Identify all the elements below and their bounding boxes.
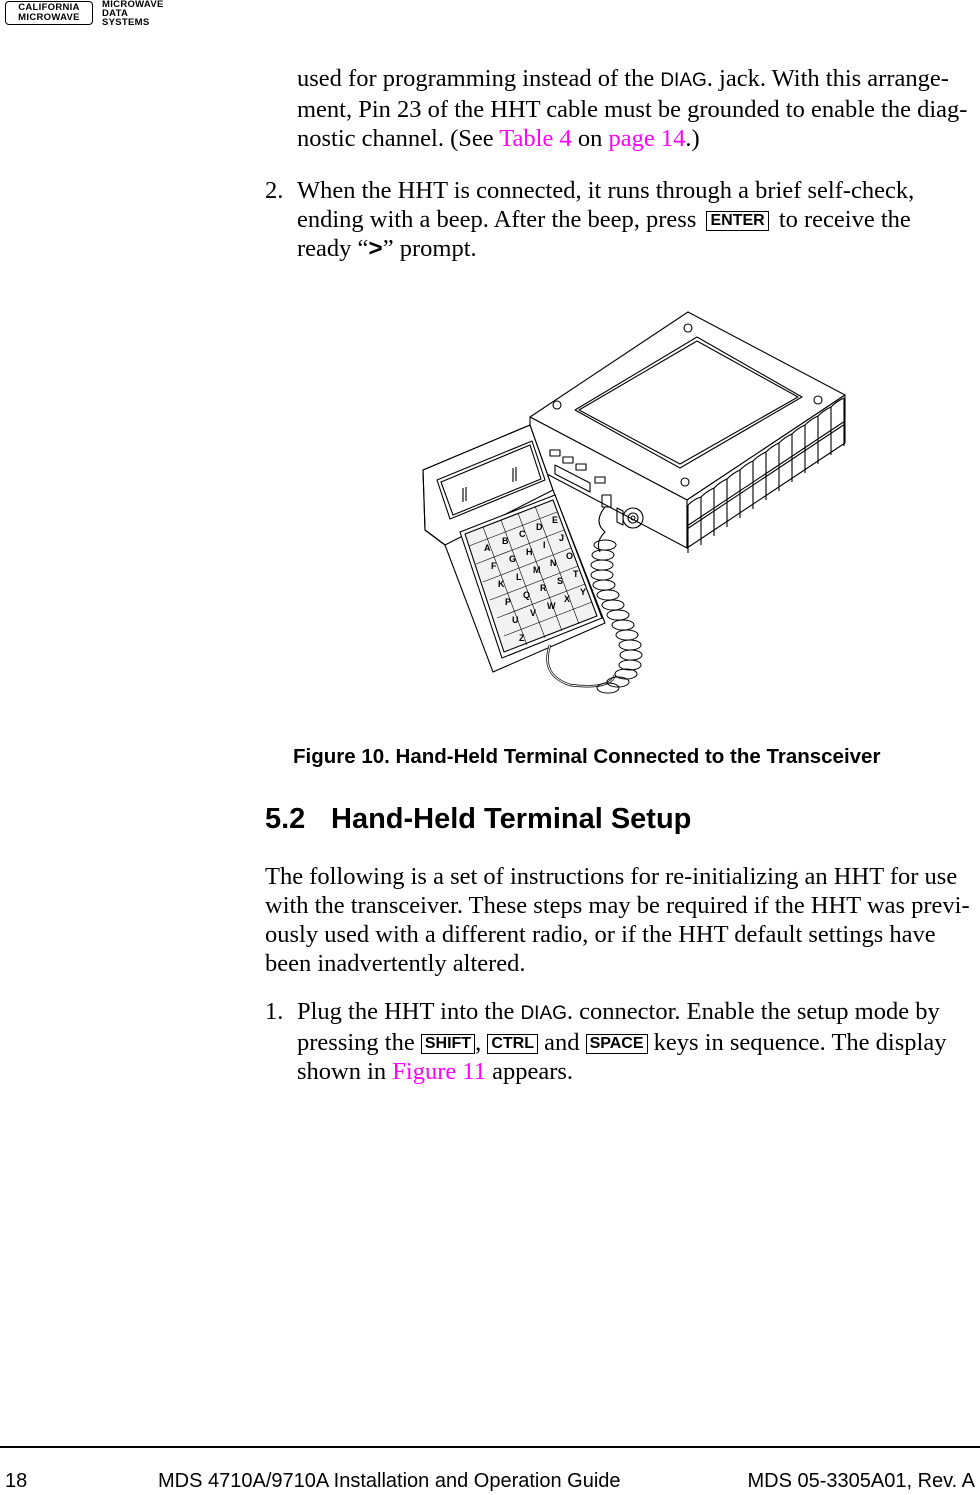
text: . jack. With this arrange-	[706, 65, 949, 92]
coiled-cable	[590, 506, 643, 694]
logo-right-line3: SYSTEMS	[102, 17, 150, 28]
step-1-number: 1.	[265, 998, 284, 1025]
continuation-line3: nostic channel. (See Table 4 on page 14.…	[297, 124, 977, 153]
svg-text:U: U	[512, 615, 519, 625]
ctrl-key: CTRL	[487, 1034, 538, 1054]
svg-text:O: O	[566, 551, 573, 561]
step-2-line1: When the HHT is connected, it runs throu…	[297, 177, 915, 204]
transceiver	[529, 311, 846, 553]
table-4-link[interactable]: Table 4	[499, 125, 571, 152]
svg-text:X: X	[564, 594, 570, 604]
continuation-line2: ment, Pin 23 of the HHT cable must be gr…	[297, 96, 968, 123]
section-heading: 5.2 Hand-Held Terminal Setup	[265, 803, 691, 836]
section-title: Hand-Held Terminal Setup	[331, 803, 692, 835]
document-number: MDS 05-3305A01, Rev. A	[747, 1470, 975, 1492]
logo-right-text: MICROWAVE DATA SYSTEMS	[102, 0, 164, 27]
intro-line1: The following is a set of instructions f…	[265, 863, 958, 890]
svg-text:I: I	[543, 540, 546, 550]
text: on	[571, 125, 609, 152]
text: .)	[685, 125, 700, 152]
svg-text:V: V	[530, 608, 536, 618]
svg-text:A: A	[484, 543, 491, 553]
svg-text:P: P	[505, 597, 511, 607]
text: Plug the HHT into the	[297, 998, 521, 1025]
intro-line2: with the transceiver. These steps may be…	[265, 892, 970, 919]
text: ready “	[297, 235, 369, 262]
intro-line3: ously used with a different radio, or if…	[265, 921, 936, 948]
svg-text:T: T	[573, 569, 579, 579]
text: ,	[475, 1029, 488, 1056]
svg-text:Z: Z	[519, 633, 525, 643]
enter-key: ENTER	[706, 211, 769, 231]
svg-text:C: C	[519, 529, 526, 539]
continuation-paragraph: used for programming instead of the DIAG…	[297, 64, 977, 153]
section-number: 5.2	[265, 803, 306, 835]
svg-text:H: H	[526, 547, 533, 557]
diag-label: DIAG	[520, 1003, 567, 1024]
text: nostic channel. (See	[297, 125, 500, 152]
page-14-link[interactable]: page 14	[608, 125, 685, 152]
continuation-line1: used for programming instead of the DIAG…	[297, 64, 977, 95]
text: used for programming instead of the	[297, 65, 661, 92]
step-2-line2: ending with a beep. After the beep, pres…	[297, 205, 977, 234]
text: and	[537, 1029, 586, 1056]
step-1-text: Plug the HHT into the DIAG. connector. E…	[297, 997, 977, 1086]
svg-text:S: S	[557, 576, 563, 586]
svg-text:R: R	[540, 583, 547, 593]
intro-line4: been inadvertently altered.	[265, 950, 526, 977]
svg-text:F: F	[491, 561, 497, 571]
svg-text:J: J	[559, 533, 564, 543]
figure-caption: Figure 10. Hand-Held Terminal Connected …	[293, 745, 881, 768]
svg-text:G: G	[509, 554, 516, 564]
step-2-number: 2.	[265, 177, 284, 204]
footer-divider	[0, 1446, 980, 1448]
text: appears.	[485, 1058, 574, 1085]
logo-left-box: CALIFORNIA MICROWAVE	[5, 1, 93, 25]
prompt-char: >	[368, 235, 383, 262]
svg-text:W: W	[547, 601, 556, 611]
text: shown in	[297, 1058, 393, 1085]
step-1-line3: shown in Figure 11 appears.	[297, 1057, 977, 1086]
svg-text:Q: Q	[523, 590, 530, 600]
page-number: 18	[5, 1470, 28, 1492]
company-logo: CALIFORNIA MICROWAVE MICROWAVE DATA SYST…	[5, 0, 180, 29]
figure-11-link[interactable]: Figure 11	[392, 1058, 486, 1085]
text: pressing the	[297, 1029, 421, 1056]
step-2-text: When the HHT is connected, it runs throu…	[297, 176, 977, 263]
logo-left-line2: MICROWAVE	[18, 12, 80, 23]
step-1-line2: pressing the SHIFT, CTRL and SPACE keys …	[297, 1028, 977, 1057]
space-key: SPACE	[585, 1034, 648, 1054]
svg-text:Y: Y	[580, 587, 586, 597]
svg-text:M: M	[533, 565, 541, 575]
text: keys in sequence. The display	[647, 1029, 947, 1056]
diag-label: DIAG	[660, 70, 707, 91]
hht-transceiver-illustration: A BCDE F GHI J K L MNO P QRST U V WXY Z	[422, 311, 846, 694]
text: ending with a beep. After the beep, pres…	[297, 206, 703, 233]
shift-key: SHIFT	[420, 1034, 476, 1054]
text: to receive the	[772, 206, 911, 233]
step-1-line1: Plug the HHT into the DIAG. connector. E…	[297, 997, 977, 1028]
svg-text:L: L	[516, 572, 522, 582]
svg-text:E: E	[552, 515, 558, 525]
svg-text:B: B	[502, 536, 509, 546]
svg-text:D: D	[536, 522, 543, 532]
step-2-line3: ready “>” prompt.	[297, 234, 977, 263]
text: . connector. Enable the setup mode by	[566, 998, 940, 1025]
document-title: MDS 4710A/9710A Installation and Operati…	[158, 1470, 621, 1492]
svg-text:N: N	[550, 558, 557, 568]
intro-paragraph: The following is a set of instructions f…	[265, 862, 977, 978]
text: ” prompt.	[382, 235, 477, 262]
svg-text:K: K	[498, 579, 505, 589]
